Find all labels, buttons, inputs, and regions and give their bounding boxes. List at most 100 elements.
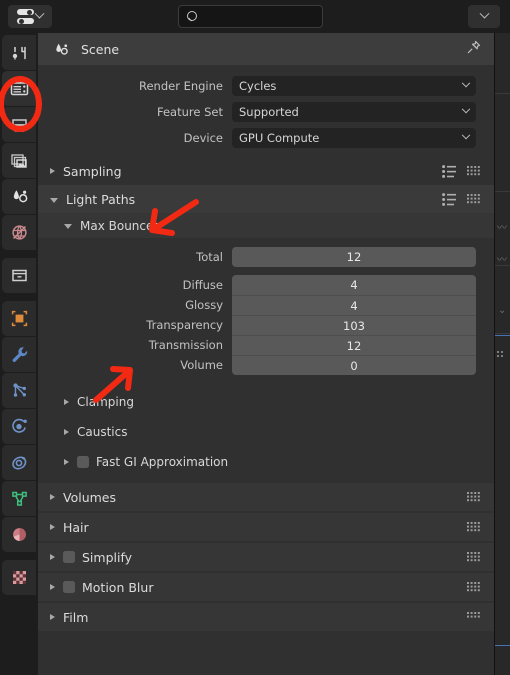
properties-editor-window: Scene Render Engine Cycles Feature Set S… [0,0,510,675]
subpanel-fast-gi-label: Fast GI Approximation [96,455,229,469]
row-glossy: Glossy 4 [38,295,494,315]
panel-sampling-label: Sampling [63,163,122,179]
sidebar-item-texture[interactable] [2,560,36,595]
editor-header [0,0,510,33]
output-printer-icon [11,119,27,132]
transparency-value-field[interactable]: 103 [232,315,476,335]
transparency-label: Transparency [146,318,223,332]
search-input[interactable] [187,6,340,27]
sidebar-item-tool[interactable] [2,35,36,70]
transmission-value-field[interactable]: 12 [232,335,476,355]
disclosure-triangle-right-icon [64,399,69,405]
total-value-field[interactable]: 12 [232,247,476,267]
subpanel-caustics[interactable]: Caustics [38,417,494,447]
sidebar-item-render[interactable] [2,71,36,106]
panel-simplify[interactable]: Simplify [38,543,494,571]
grip-dots-icon[interactable] [467,581,480,593]
sidebar-item-world[interactable] [2,215,36,250]
particles-icon [12,383,26,397]
sidebar-item-material[interactable] [2,517,36,552]
device-dropdown[interactable]: GPU Compute [232,127,476,148]
sidebar-item-collection[interactable] [2,258,36,293]
disclosure-triangle-down-icon [50,197,58,203]
grip-dots-icon[interactable] [467,165,480,177]
sidebar-item-modifiers[interactable] [2,337,36,372]
scene-cone-icon [13,190,27,203]
feature-set-dropdown[interactable]: Supported [232,101,476,122]
grip-dots-icon[interactable] [467,611,480,623]
curve-handle-icon: 〰 [497,255,507,266]
total-label: Total [196,250,223,264]
breadcrumb[interactable]: Scene [38,33,494,65]
panel-sampling[interactable]: Sampling [38,157,494,185]
subpanel-max-bounces[interactable]: Max Bounces [38,213,494,238]
motion-blur-checkbox[interactable] [63,581,75,593]
glossy-label: Glossy [185,298,223,312]
render-engine-dropdown[interactable]: Cycles [232,75,476,96]
subpanel-fast-gi[interactable]: Fast GI Approximation [38,447,494,477]
world-globe-icon [11,225,27,240]
grip-dots-icon[interactable] [467,193,480,205]
chevron-down-icon: ⌄ [498,305,507,316]
panel-volumes-label: Volumes [63,489,117,505]
sidebar-item-scene[interactable] [2,179,36,214]
panel-light-paths[interactable]: Light Paths [38,185,494,213]
disclosure-triangle-right-icon [50,614,55,620]
pin-icon[interactable] [465,39,482,60]
disclosure-triangle-right-icon [50,524,55,530]
diffuse-value-field[interactable]: 4 [232,275,476,295]
render-engine-label: Render Engine [138,78,223,93]
max-bounces-fields: Total 12 Diffuse 4 Glossy 4 Transparency… [38,238,494,375]
grip-dots-icon[interactable] [467,521,480,533]
disclosure-triangle-right-icon [50,168,55,174]
panel-film[interactable]: Film [38,603,494,631]
subpanel-clamping[interactable]: Clamping [38,387,494,417]
glossy-value-field[interactable]: 4 [232,295,476,315]
disclosure-triangle-right-icon [64,459,69,465]
panel-simplify-label: Simplify [82,549,133,565]
preset-list-icon[interactable] [442,164,457,178]
panel-hair-label: Hair [63,519,89,535]
properties-editor-icon [17,8,34,25]
editor-type-selector[interactable] [8,5,52,28]
sidebar-item-view-layer[interactable] [2,143,36,178]
adjacent-editor-sliver: 〰 〰 ⌄ [494,33,510,675]
simplify-checkbox[interactable] [63,551,75,563]
panel-volumes[interactable]: Volumes [38,483,494,511]
render-settings-group: Render Engine Cycles Feature Set Support… [38,65,494,148]
sidebar-item-object-data[interactable] [2,481,36,516]
search-field[interactable] [178,5,340,28]
sidebar-item-object-constraints[interactable] [2,445,36,480]
view-layer-images-icon [10,154,27,168]
render-camera-icon [10,80,28,96]
light-path-subpanels: Clamping Caustics Fast GI Approximation [38,387,494,477]
fast-gi-checkbox[interactable] [77,456,89,468]
render-engine-row: Render Engine Cycles [38,75,494,96]
chevron-down-icon [34,8,45,19]
breadcrumb-label: Scene [81,41,120,57]
sidebar-item-particles[interactable] [2,373,36,408]
constraint-icon [11,456,26,470]
chevron-down-icon [461,78,471,87]
properties-main: Scene Render Engine Cycles Feature Set S… [38,33,494,675]
preset-list-icon[interactable] [442,192,457,206]
physics-orbit-icon [11,418,27,433]
panel-motion-blur[interactable]: Motion Blur [38,573,494,601]
subpanel-clamping-label: Clamping [77,395,134,409]
header-menu-button[interactable] [468,5,500,28]
volume-label: Volume [180,358,223,372]
volume-value-field[interactable]: 0 [232,355,476,375]
grip-dots-icon[interactable] [467,551,480,563]
panel-hair[interactable]: Hair [38,513,494,541]
tool-icon [12,46,26,59]
sidebar-item-output[interactable] [2,107,36,142]
grip-dots-icon[interactable] [467,491,480,503]
disclosure-triangle-right-icon [64,429,69,435]
chevron-down-icon [461,130,471,139]
wrench-icon [12,347,27,362]
sidebar-item-object[interactable] [2,301,36,336]
sidebar-item-physics[interactable] [2,409,36,444]
bottom-panels: Volumes Hair Simplify Motion Blur Film [38,483,494,631]
subpanel-max-bounces-label: Max Bounces [80,218,160,233]
row-transmission: Transmission 12 [38,335,494,355]
